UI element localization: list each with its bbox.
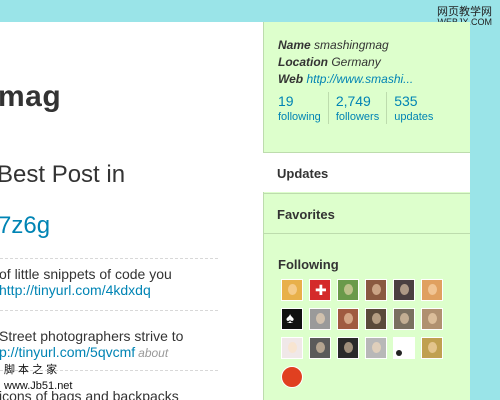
tweet-item: of little snippets of code you http://ti… — [0, 266, 172, 298]
avatar-man-dark[interactable] — [393, 279, 415, 301]
tweet-text: of little snippets of code you — [0, 266, 172, 282]
swiss-cross-icon: ✚ — [315, 282, 327, 298]
avatar-man-glasses[interactable] — [421, 308, 443, 330]
avatar-bald-man[interactable] — [309, 308, 331, 330]
face-icon — [372, 342, 381, 353]
face-icon — [344, 342, 353, 353]
face-icon — [316, 342, 325, 353]
face-icon — [400, 284, 409, 295]
watermark-bottom: 脚 本 之 家 www.Jb51.net — [4, 362, 72, 394]
tab-favorites[interactable]: Favorites — [263, 193, 470, 233]
avatar-cartoon-orange[interactable] — [421, 279, 443, 301]
watermark-bottom-line1: 脚 本 之 家 — [4, 364, 58, 376]
avatar-man-grey[interactable] — [393, 308, 415, 330]
profile-name-heading: mag — [0, 80, 62, 113]
location-label: Location — [278, 55, 328, 69]
avatar-cartoon-face[interactable] — [281, 279, 303, 301]
sidebar: Name smashingmag Location Germany Web ht… — [263, 22, 470, 400]
profile-info: Name smashingmag Location Germany Web ht… — [278, 37, 413, 88]
tab-updates[interactable]: Updates — [263, 152, 470, 192]
avatar-swiss-flag[interactable]: ✚ — [309, 279, 331, 301]
face-icon — [288, 342, 297, 353]
location-value: Germany — [331, 55, 381, 69]
dot-icon — [396, 350, 402, 356]
tweet-meta[interactable]: about — [138, 346, 168, 360]
face-icon — [344, 313, 353, 324]
stats-bar: 19 following 2,749 followers 535 updates — [278, 92, 447, 124]
stat-updates-label: updates — [394, 111, 434, 123]
stat-following[interactable]: 19 following — [278, 92, 329, 124]
web-label: Web — [278, 72, 304, 86]
avatar-dot-black[interactable] — [393, 337, 415, 359]
avatar-spade[interactable]: ♠ — [281, 308, 303, 330]
face-icon — [400, 313, 409, 324]
face-icon — [344, 284, 353, 295]
face-icon — [316, 313, 325, 324]
latest-status-link[interactable]: 7z6g — [0, 212, 50, 240]
face-icon — [372, 313, 381, 324]
divider — [263, 233, 470, 235]
tweet-item: Street photographers strive to p://tinyu… — [0, 328, 183, 361]
stat-following-label: following — [278, 111, 321, 123]
spade-icon: ♠ — [286, 310, 294, 327]
stat-followers-label: followers — [335, 111, 380, 123]
latest-status-text: Best Post in — [0, 161, 126, 188]
divider — [0, 310, 218, 311]
avatar-man-portrait[interactable] — [365, 279, 387, 301]
avatar-man-red[interactable] — [337, 308, 359, 330]
stat-followers-count: 2,749 — [335, 93, 371, 109]
avatar-red-logo[interactable] — [281, 366, 303, 388]
avatar-andi-logo[interactable] — [281, 337, 303, 359]
web-link[interactable]: http://www.smashi... — [306, 72, 413, 86]
face-icon — [288, 284, 297, 295]
avatar-santa[interactable] — [337, 279, 359, 301]
watermark-bottom-line2: www.Jb51.net — [4, 380, 73, 392]
stat-followers[interactable]: 2,749 followers — [335, 92, 388, 124]
face-icon — [428, 284, 437, 295]
avatar-man-yellow[interactable] — [421, 337, 443, 359]
divider — [0, 258, 218, 259]
name-label: Name — [278, 38, 311, 52]
following-title: Following — [278, 257, 339, 272]
face-icon — [428, 342, 437, 353]
face-icon — [428, 313, 437, 324]
main-timeline: mag Best Post in 7z6g of little snippets… — [0, 22, 263, 400]
tweet-link[interactable]: p://tinyurl.com/5qvcmf — [0, 344, 135, 360]
avatar-woman-dark[interactable] — [365, 308, 387, 330]
stat-updates[interactable]: 535 updates — [394, 92, 440, 124]
stat-updates-count: 535 — [394, 93, 418, 109]
tweet-link[interactable]: http://tinyurl.com/4kdxdq — [0, 282, 151, 298]
tweet-text: Street photographers strive to — [0, 328, 184, 344]
avatar-man-smile[interactable] — [365, 337, 387, 359]
avatar-man-bw[interactable] — [309, 337, 331, 359]
avatar-man-black[interactable] — [337, 337, 359, 359]
name-value: smashingmag — [314, 38, 389, 52]
face-icon — [372, 284, 381, 295]
stat-following-count: 19 — [278, 93, 294, 109]
watermark-top-line1: 网页教学网 — [437, 5, 492, 18]
